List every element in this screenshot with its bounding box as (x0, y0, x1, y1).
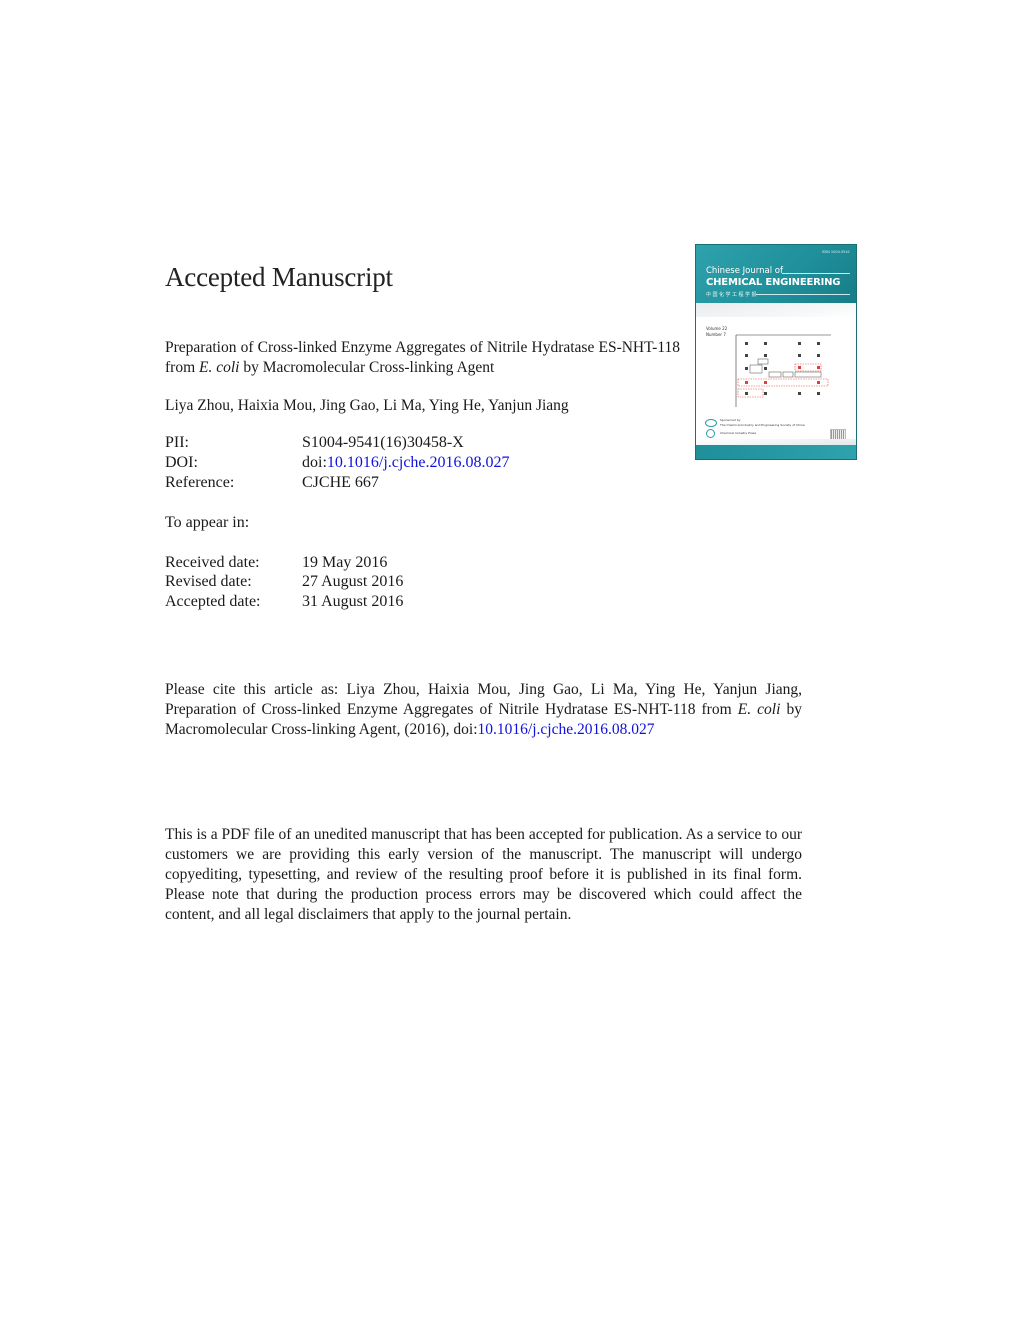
cover-sponsors: Sponsored by The Chemical Industry and E… (720, 418, 805, 436)
doi-label: DOI: (165, 454, 198, 471)
cover-band (696, 303, 856, 317)
cover-journal-line1: Chinese Journal of (706, 266, 783, 276)
cover-issn: ISSN 1004-9541 (821, 250, 850, 254)
cover-press-logo-icon (706, 429, 715, 438)
revised-value: 27 August 2016 (302, 573, 404, 590)
cover-sponsor-logo-icon (705, 419, 717, 427)
reference-label: Reference: (165, 474, 235, 491)
doi-row: DOI: doi:10.1016/j.cjche.2016.08.027 (165, 453, 665, 473)
citation-text: Please cite this article as: Liya Zhou, … (165, 681, 802, 718)
pii-label: PII: (165, 434, 189, 451)
received-label: Received date: (165, 554, 260, 571)
revised-label: Revised date: (165, 573, 252, 590)
pii-value: S1004-9541(16)30458-X (302, 434, 464, 451)
reference-value: CJCHE 667 (302, 474, 379, 491)
cover-journal-line2: CHEMICAL ENGINEERING (706, 277, 841, 288)
cover-diagram-boxes (749, 358, 822, 378)
page-heading: Accepted Manuscript (165, 262, 393, 292)
cover-sponsor1: The Chemical Industry and Engineering So… (720, 423, 805, 427)
citation-doi-prefix: doi: (453, 721, 478, 738)
citation-doi-link[interactable]: 10.1016/j.cjche.2016.08.027 (478, 721, 655, 738)
accepted-label: Accepted date: (165, 593, 261, 610)
revised-row: Revised date: 27 August 2016 (165, 572, 665, 592)
received-row: Received date: 19 May 2016 (165, 553, 665, 573)
accepted-value: 31 August 2016 (302, 593, 404, 610)
doi-value: doi:10.1016/j.cjche.2016.08.027 (302, 453, 510, 473)
received-value: 19 May 2016 (302, 554, 388, 571)
cover-rule (782, 273, 850, 274)
disclaimer-paragraph: This is a PDF file of an unedited manusc… (165, 826, 802, 923)
appear-label: To appear in: (165, 514, 250, 531)
citation-species: E. coli (737, 701, 781, 718)
article-title-text-end: by Macromolecular Cross-linking Agent (239, 359, 495, 376)
reference-row: Reference: CJCHE 667 (165, 473, 665, 493)
cover-sponsor2: Chemical Industry Press (720, 431, 757, 435)
doi-link[interactable]: 10.1016/j.cjche.2016.08.027 (327, 454, 510, 471)
cover-diagram-icon (735, 334, 831, 407)
article-authors: Liya Zhou, Haixia Mou, Jing Gao, Li Ma, … (165, 397, 569, 414)
article-title-species: E. coli (199, 359, 240, 376)
cover-diagram-red-nodes (745, 366, 820, 384)
accepted-row: Accepted date: 31 August 2016 (165, 592, 665, 612)
cover-journal-line3: 中国化学工程学报 (706, 292, 759, 298)
article-title: Preparation of Cross-linked Enzyme Aggre… (165, 338, 680, 378)
citation-paragraph: Please cite this article as: Liya Zhou, … (165, 680, 802, 740)
cover-footer (696, 445, 856, 459)
cover-rule (756, 294, 850, 295)
journal-cover-image: ISSN 1004-9541 Chinese Journal of CHEMIC… (695, 244, 857, 460)
cover-diagram-nodes (745, 342, 820, 395)
pii-row: PII: S1004-9541(16)30458-X (165, 433, 665, 453)
cover-diagram-highlights (737, 363, 829, 398)
appear-row: To appear in: (165, 513, 665, 533)
doi-prefix: doi: (302, 454, 327, 471)
